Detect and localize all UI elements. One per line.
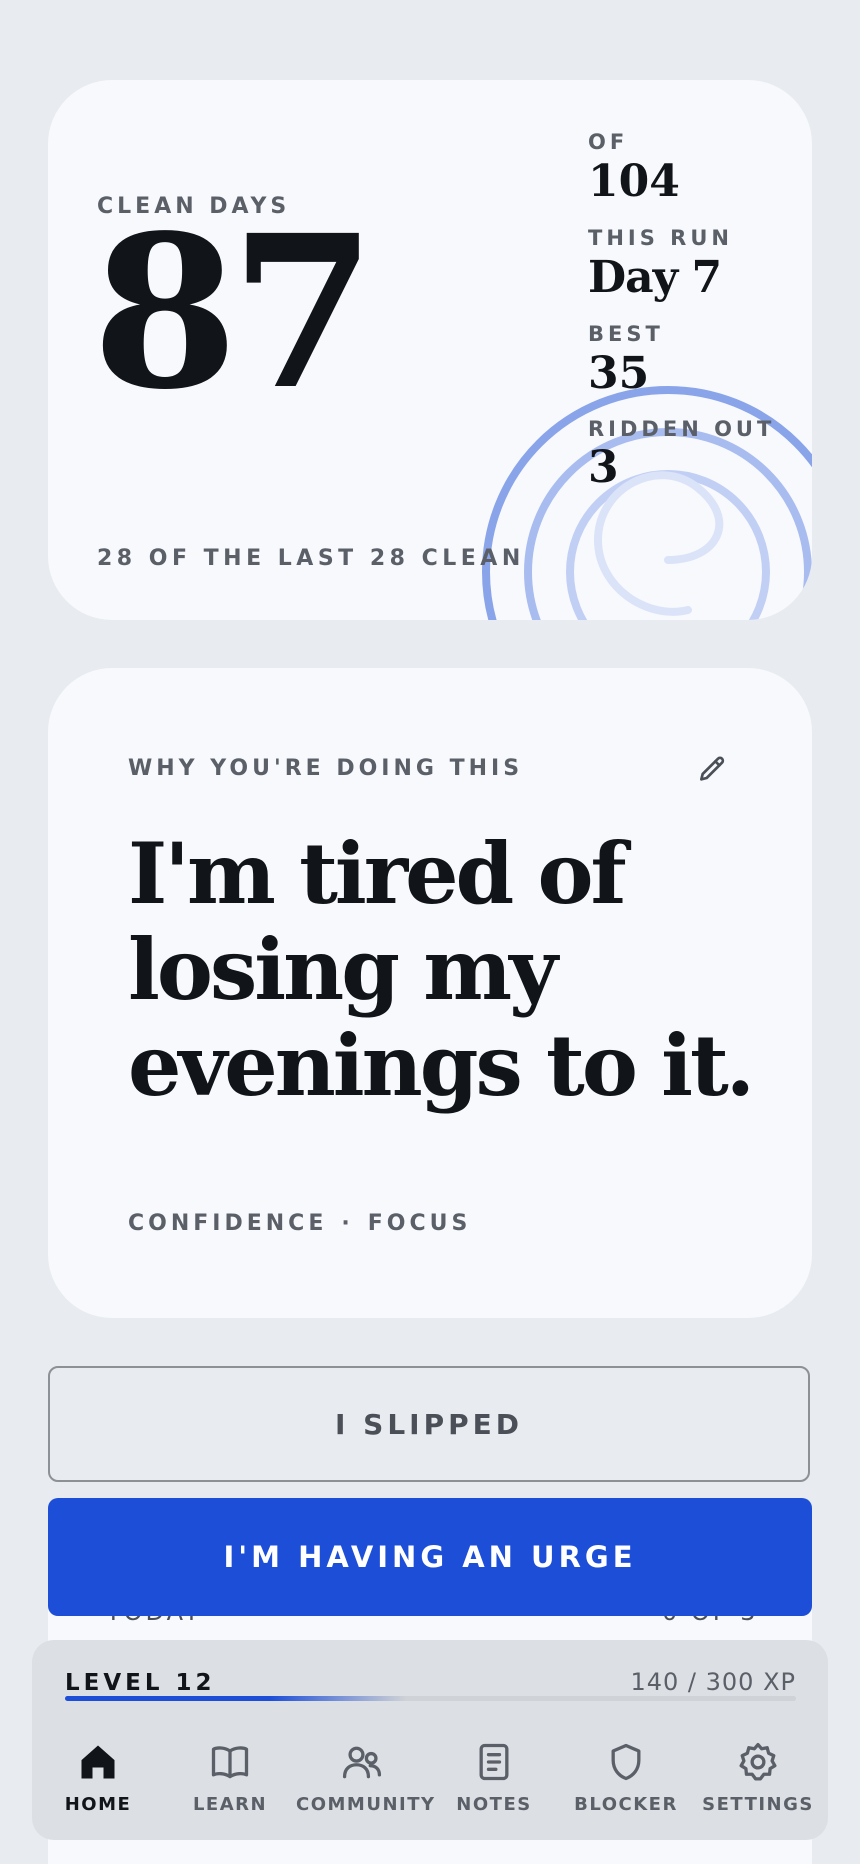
nav-community[interactable]: COMMUNITY: [296, 1740, 436, 1815]
xp-text: 140 / 300 XP: [630, 1668, 796, 1696]
ridden-out-label: RIDDEN OUT: [588, 417, 776, 441]
nav-blocker-label: BLOCKER: [574, 1794, 678, 1815]
nav-community-label: COMMUNITY: [296, 1794, 436, 1815]
slipped-button[interactable]: I SLIPPED: [48, 1366, 810, 1482]
xp-progress-bar: [65, 1696, 796, 1701]
content-peek-strip: [48, 1836, 812, 1864]
this-run-label: THIS RUN: [588, 226, 733, 250]
nav-notes[interactable]: NOTES: [428, 1740, 560, 1815]
motivation-card: WHY YOU'RE DOING THIS I'm tired of losin…: [48, 668, 812, 1318]
stats-card: CLEAN DAYS 87 OF 104 THIS RUN Day 7 BEST…: [48, 80, 812, 620]
shield-icon: [611, 1743, 641, 1781]
nav-home-label: HOME: [64, 1794, 132, 1815]
nav-settings[interactable]: SETTINGS: [692, 1740, 824, 1815]
last-28-summary: 28 OF THE LAST 28 CLEAN: [97, 546, 525, 571]
nav-notes-label: NOTES: [456, 1794, 532, 1815]
tag-focus: FOCUS: [367, 1211, 472, 1236]
motivation-label: WHY YOU'RE DOING THIS: [128, 756, 524, 781]
this-run-value: Day 7: [588, 252, 722, 303]
ridden-out-value: 3: [588, 442, 619, 493]
total-days-value: 104: [588, 156, 680, 207]
home-icon: [81, 1745, 115, 1779]
book-icon: [211, 1746, 249, 1779]
nav-blocker[interactable]: BLOCKER: [560, 1740, 692, 1815]
nav-home[interactable]: HOME: [32, 1740, 164, 1815]
nav-learn[interactable]: LEARN: [164, 1740, 296, 1815]
pencil-icon[interactable]: [696, 754, 728, 786]
motivation-text: I'm tired of losing my evenings to it.: [128, 824, 755, 1115]
xp-progress-fill: [65, 1696, 407, 1701]
motivation-tags: CONFIDENCE · FOCUS: [128, 1211, 471, 1236]
people-icon: [342, 1746, 382, 1779]
tag-confidence: CONFIDENCE: [128, 1211, 328, 1236]
bottom-panel: LEVEL 12 140 / 300 XP HOME LEARN COMMUNI…: [32, 1640, 828, 1840]
best-label: BEST: [588, 322, 664, 346]
total-days-label: OF: [588, 130, 629, 154]
urge-button[interactable]: I'M HAVING AN URGE: [48, 1498, 812, 1616]
level-label: LEVEL 12: [65, 1670, 216, 1696]
clean-days-value: 87: [92, 189, 376, 436]
notes-icon: [479, 1743, 509, 1781]
best-value: 35: [588, 348, 650, 399]
tag-separator: ·: [341, 1211, 354, 1236]
nav-settings-label: SETTINGS: [702, 1794, 814, 1815]
gear-icon: [739, 1742, 777, 1781]
nav-learn-label: LEARN: [192, 1794, 268, 1815]
